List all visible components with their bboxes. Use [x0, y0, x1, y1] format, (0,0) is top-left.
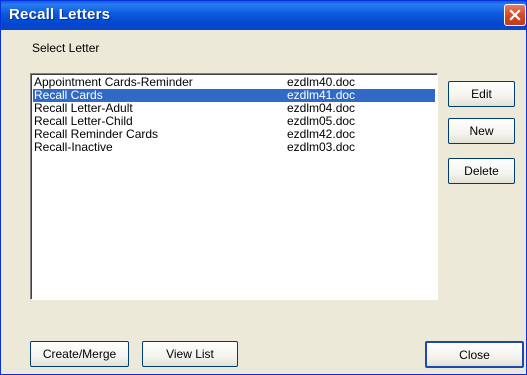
window-title: Recall Letters — [9, 6, 111, 23]
select-letter-label: Select Letter — [32, 41, 100, 55]
view-list-button[interactable]: View List — [142, 341, 238, 367]
edit-button[interactable]: Edit — [448, 81, 515, 107]
letter-name: Recall-Inactive — [34, 140, 113, 154]
letter-file: ezdlm03.doc — [287, 140, 356, 154]
close-button[interactable]: Close — [425, 341, 524, 368]
close-window-button[interactable] — [504, 4, 526, 26]
new-button[interactable]: New — [448, 118, 515, 144]
recall-letters-dialog: Recall Letters Select Letter Appointment… — [0, 0, 527, 375]
create-merge-button[interactable]: Create/Merge — [30, 341, 129, 367]
close-icon — [509, 9, 521, 21]
delete-button[interactable]: Delete — [448, 158, 515, 184]
letters-listbox[interactable]: Appointment Cards-Reminder ezdlm40.doc R… — [30, 73, 438, 300]
title-bar[interactable]: Recall Letters — [1, 1, 526, 30]
list-item[interactable]: Recall-Inactive ezdlm03.doc — [33, 141, 435, 154]
